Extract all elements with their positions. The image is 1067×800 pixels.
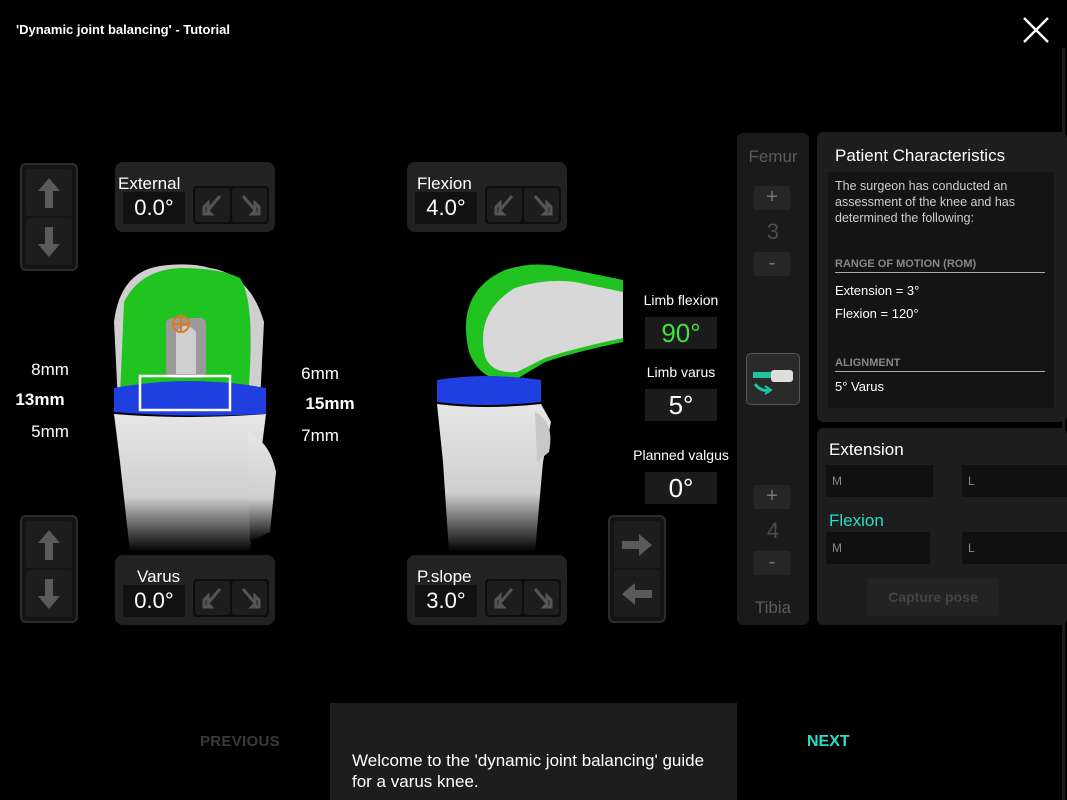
rom-flexion: Flexion = 120° — [835, 306, 919, 321]
arrow-down-icon — [38, 578, 60, 609]
front-gap-bottom: 5mm — [31, 422, 69, 441]
rotate-right-icon — [533, 588, 552, 609]
tibia-plus-button[interactable]: + — [754, 485, 790, 509]
rotate-ccw-button[interactable] — [195, 581, 230, 615]
rotate-cw-button[interactable] — [232, 188, 267, 222]
extension-label: Extension — [829, 440, 904, 459]
pslope-label: P.slope — [417, 567, 472, 586]
varus-value: 0.0° — [123, 585, 185, 617]
alignment-value: 5° Varus — [835, 379, 885, 394]
limb-varus-value: 5° — [645, 389, 717, 421]
translate-pad-top — [20, 163, 78, 271]
tutorial-tip-text: Welcome to the 'dynamic joint balancing'… — [352, 751, 705, 791]
window-title: 'Dynamic joint balancing' - Tutorial — [16, 22, 230, 37]
planned-valgus-value: 0° — [645, 472, 717, 504]
rotate-ccw-button[interactable] — [487, 581, 522, 615]
flexion-lateral-field[interactable]: L — [962, 532, 1067, 564]
femur-plus-button[interactable]: + — [754, 186, 790, 210]
extension-medial-field[interactable]: M — [826, 465, 933, 497]
patient-characteristics-panel: Patient Characteristics The surgeon has … — [817, 132, 1067, 422]
tutorial-tip-box: Welcome to the 'dynamic joint balancing'… — [330, 703, 737, 800]
close-icon[interactable] — [1018, 12, 1054, 48]
flexion-control: Flexion 4.0° — [407, 162, 567, 232]
arrow-right-icon — [622, 533, 652, 556]
patient-intro: The surgeon has conducted an assessment … — [835, 179, 1015, 225]
move-down-button-2[interactable] — [26, 570, 72, 617]
extension-lateral-field[interactable]: L — [962, 465, 1067, 497]
arrow-up-icon — [38, 529, 60, 560]
rotate-left-icon — [202, 588, 221, 609]
limb-flexion-value: 90° — [645, 317, 717, 349]
tibia-label: Tibia — [754, 598, 792, 617]
move-down-button[interactable] — [26, 218, 72, 265]
external-label: External — [118, 174, 181, 193]
rotate-left-icon — [202, 195, 221, 216]
external-rotation-control: External 0.0° — [115, 162, 275, 232]
femur-label: Femur — [748, 147, 798, 166]
rotate-cw-button[interactable] — [524, 188, 559, 222]
front-gap-middle: 13mm — [15, 390, 65, 409]
knee-side-view[interactable] — [425, 262, 625, 552]
limb-flexion-label: Limb flexion — [643, 292, 719, 308]
tibia-size-value: 4 — [766, 518, 780, 543]
rotate-right-icon — [241, 195, 260, 216]
flexion-label: Flexion — [417, 174, 472, 193]
pslope-control: P.slope 3.0° — [407, 555, 567, 625]
arrow-down-icon — [38, 226, 60, 257]
flexion-value: 4.0° — [415, 192, 477, 224]
arrow-up-icon — [38, 177, 60, 208]
next-button[interactable]: NEXT — [807, 733, 850, 751]
knee-front-view[interactable] — [100, 262, 280, 552]
varus-label: Varus — [137, 567, 181, 586]
external-value: 0.0° — [123, 192, 185, 224]
rotate-cw-button[interactable] — [232, 581, 267, 615]
side-gap-bottom: 7mm — [301, 426, 339, 445]
view-toggle-button[interactable] — [746, 353, 800, 405]
femur-tibia-panel: Femur + 3 - + 4 - Tibia — [737, 133, 809, 625]
rotate-ccw-button[interactable] — [195, 188, 230, 222]
knee-flex-icon — [753, 370, 793, 395]
pslope-value: 3.0° — [415, 585, 477, 617]
move-up-button[interactable] — [26, 169, 72, 216]
rom-header: RANGE OF MOTION (ROM) — [835, 258, 1045, 273]
side-gap-top: 6mm — [301, 364, 339, 383]
previous-button[interactable]: PREVIOUS — [200, 733, 280, 750]
side-gap-middle: 15mm — [305, 394, 355, 413]
translate-pad-bottom — [20, 515, 78, 623]
varus-control: Varus 0.0° — [115, 555, 275, 625]
femur-size-value: 3 — [766, 219, 780, 244]
tibia-minus-button[interactable]: - — [754, 551, 790, 575]
rotate-left-icon — [494, 588, 513, 609]
planned-valgus-label: Planned valgus — [633, 447, 729, 463]
rotate-cw-button[interactable] — [524, 581, 559, 615]
move-up-button-2[interactable] — [26, 521, 72, 568]
limb-varus-label: Limb varus — [646, 364, 716, 380]
rotate-right-icon — [241, 588, 260, 609]
rotate-ccw-button[interactable] — [487, 188, 522, 222]
capture-pose-button[interactable]: Capture pose — [867, 578, 999, 616]
arrow-left-icon — [622, 582, 652, 605]
flexion-medial-field[interactable]: M — [826, 532, 930, 564]
front-gap-top: 8mm — [31, 360, 69, 379]
rom-extension: Extension = 3° — [835, 283, 920, 298]
rotate-right-icon — [533, 195, 552, 216]
rotate-left-icon — [494, 195, 513, 216]
patient-panel-title: Patient Characteristics — [835, 146, 1006, 165]
balance-capture-panel: Extension M L Flexion M L Capture pose — [817, 428, 1067, 625]
femur-minus-button[interactable]: - — [754, 252, 790, 276]
move-left-button[interactable] — [614, 570, 660, 617]
patient-info-box: The surgeon has conducted an assessment … — [828, 172, 1054, 408]
flexion-balance-label: Flexion — [829, 511, 884, 530]
alignment-header: ALIGNMENT — [835, 357, 1045, 372]
